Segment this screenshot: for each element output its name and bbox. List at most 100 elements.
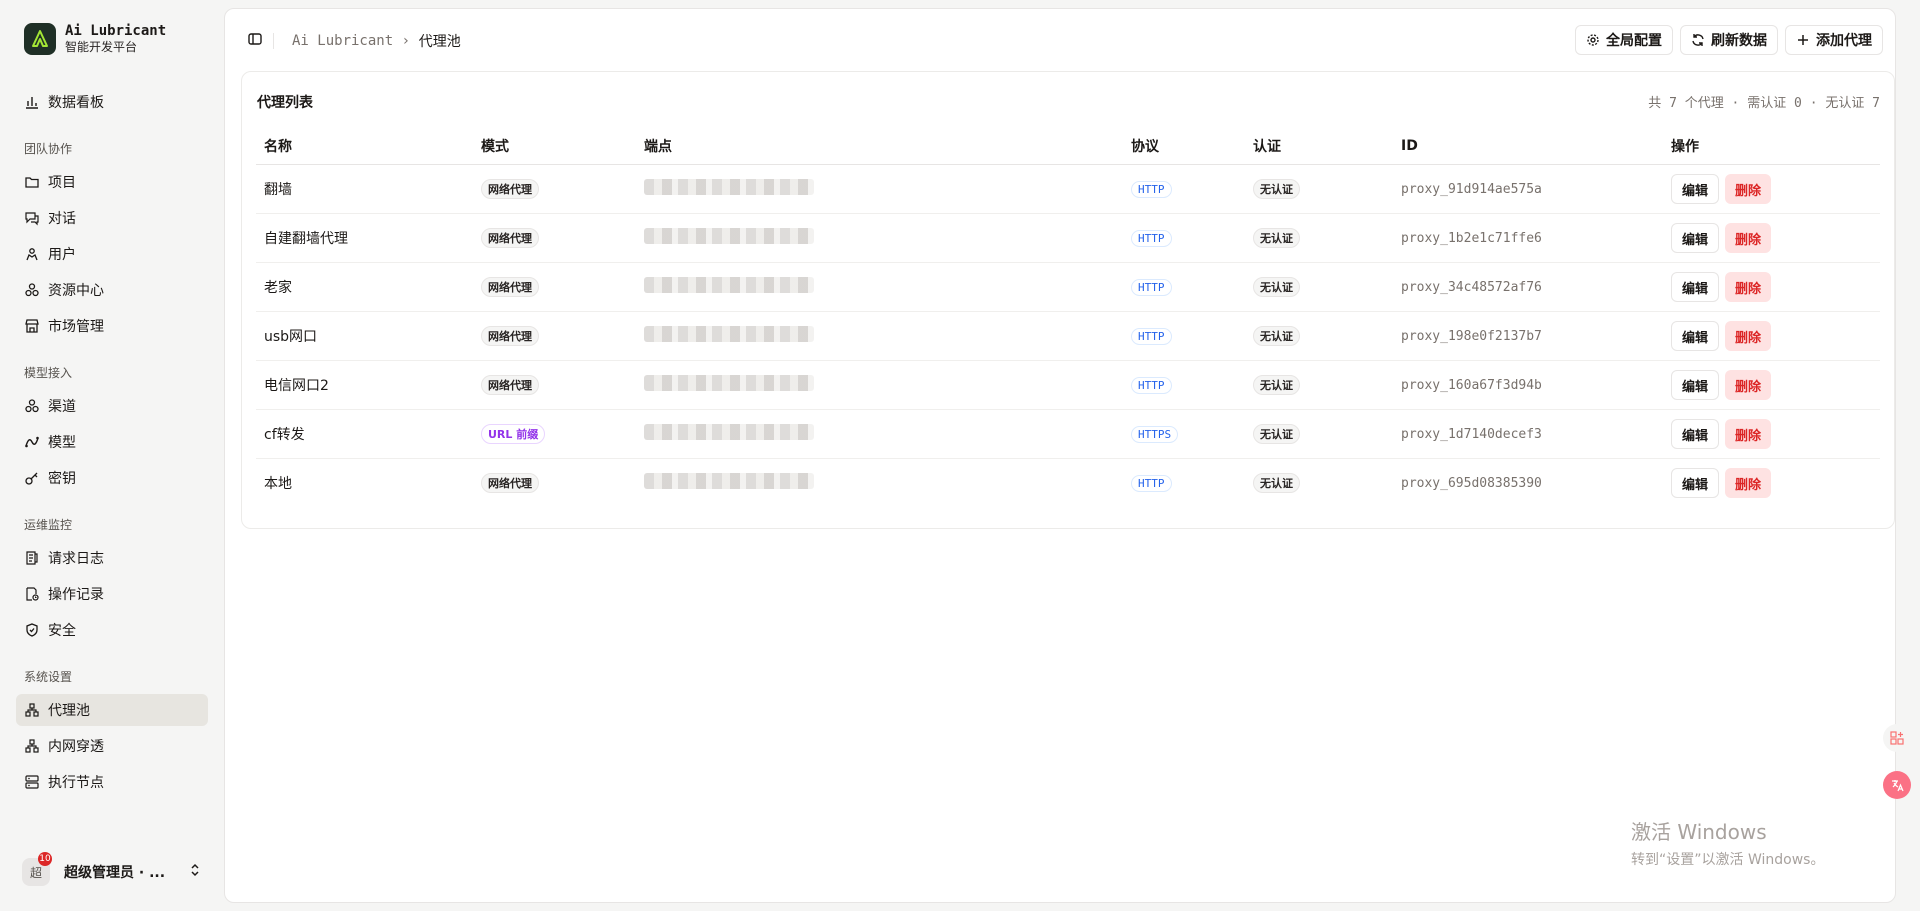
- actions-cell: 编辑 删除: [1663, 262, 1880, 312]
- divider: [273, 33, 274, 49]
- sidebar-item-bar-chart[interactable]: 数据看板: [16, 86, 208, 118]
- delete-button[interactable]: 删除: [1725, 419, 1772, 449]
- mode-cell: URL 前缀: [473, 409, 636, 459]
- edit-button[interactable]: 编辑: [1671, 419, 1720, 449]
- store-icon: [24, 318, 40, 334]
- breadcrumb-root[interactable]: Ai Lubricant: [292, 33, 393, 49]
- sidebar-item-record[interactable]: 操作记录: [16, 578, 208, 610]
- sidebar-item-folder[interactable]: 项目: [16, 166, 208, 198]
- protocol-badge: HTTP: [1131, 376, 1172, 394]
- add-proxy-button[interactable]: 添加代理: [1785, 25, 1883, 55]
- sidebar-item-server[interactable]: 执行节点: [16, 766, 208, 798]
- delete-button[interactable]: 删除: [1725, 223, 1772, 253]
- proxy-name: 电信网口2: [256, 360, 473, 410]
- protocol-cell: HTTP: [1123, 164, 1245, 214]
- add-proxy-label: 添加代理: [1816, 33, 1872, 49]
- proxy-id: proxy_160a67f3d94b: [1393, 360, 1663, 410]
- refresh-button[interactable]: 刷新数据: [1680, 25, 1778, 55]
- sidebar-item-label: 操作记录: [48, 587, 104, 603]
- protocol-badge: HTTPS: [1131, 425, 1179, 443]
- edit-button[interactable]: 编辑: [1671, 321, 1720, 351]
- watermark-line2: 转到“设置”以激活 Windows。: [1631, 852, 1825, 868]
- top-actions: 全局配置 刷新数据 添加代理: [1575, 25, 1883, 55]
- table-row: usb网口 网络代理 HTTP 无认证 proxy_198e0f2137b7 编辑 删除: [256, 311, 1880, 361]
- protocol-cell: HTTP: [1123, 213, 1245, 263]
- auth-badge: 无认证: [1253, 424, 1300, 444]
- table-row: 老家 网络代理 HTTP 无认证 proxy_34c48572af76 编辑 删除: [256, 262, 1880, 312]
- table-row: 电信网口2 网络代理 HTTP 无认证 proxy_160a67f3d94b 编辑 删除: [256, 360, 1880, 410]
- endpoint-redacted: [644, 375, 814, 391]
- auth-badge: 无认证: [1253, 179, 1300, 199]
- global-config-button[interactable]: 全局配置: [1575, 25, 1673, 55]
- sidebar-item-store[interactable]: 市场管理: [16, 310, 208, 342]
- sidebar-item-label: 安全: [48, 623, 76, 639]
- mode-badge: 网络代理: [481, 277, 539, 297]
- user-menu[interactable]: 超 10 超级管理员 · ...: [22, 852, 202, 888]
- sidebar-nav: 数据看板 团队协作 项目 对话 用户 资源中心 市场管理 模型接入 渠道 模型 密钥 运维监控 请求日志…: [16, 86, 208, 802]
- brand[interactable]: Ai Lubricant 智能开发平台: [24, 23, 166, 55]
- resources-icon: [24, 282, 40, 298]
- table-row: cf转发 URL 前缀 HTTPS 无认证 proxy_1d7140decef3 编辑 删除: [256, 409, 1880, 459]
- sidebar-item-label: 模型: [48, 435, 76, 451]
- delete-button[interactable]: 删除: [1725, 468, 1772, 498]
- edit-button[interactable]: 编辑: [1671, 223, 1720, 253]
- sidebar-item-network[interactable]: 代理池: [16, 694, 208, 726]
- delete-button[interactable]: 删除: [1725, 321, 1772, 351]
- auth-badge: 无认证: [1253, 228, 1300, 248]
- column-header: 认证: [1245, 128, 1393, 165]
- model-icon: [24, 434, 40, 450]
- apps-icon[interactable]: [1883, 724, 1911, 752]
- sidebar-item-label: 代理池: [48, 703, 90, 719]
- nav-group-label: 运维监控: [24, 517, 73, 532]
- actions-cell: 编辑 删除: [1663, 213, 1880, 263]
- endpoint-cell: [636, 262, 1123, 312]
- sidebar-item-channel[interactable]: 渠道: [16, 390, 208, 422]
- auth-cell: 无认证: [1245, 459, 1393, 508]
- delete-button[interactable]: 删除: [1725, 272, 1772, 302]
- sidebar-toggle-icon[interactable]: [247, 31, 263, 51]
- table-row: 翻墙 网络代理 HTTP 无认证 proxy_91d914ae575a 编辑 删除: [256, 164, 1880, 214]
- sidebar-item-label: 市场管理: [48, 319, 104, 335]
- sidebar-item-label: 内网穿透: [48, 739, 104, 755]
- edit-button[interactable]: 编辑: [1671, 272, 1720, 302]
- mode-badge: 网络代理: [481, 375, 539, 395]
- user-name: 超级管理员 · ...: [64, 865, 166, 881]
- edit-button[interactable]: 编辑: [1671, 174, 1720, 204]
- proxy-name: 自建翻墙代理: [256, 213, 473, 263]
- sidebar-item-network[interactable]: 内网穿透: [16, 730, 208, 762]
- edit-button[interactable]: 编辑: [1671, 370, 1720, 400]
- network-icon: [24, 738, 40, 754]
- sidebar-item-label: 资源中心: [48, 283, 104, 299]
- sidebar-item-log[interactable]: 请求日志: [16, 542, 208, 574]
- endpoint-cell: [636, 459, 1123, 508]
- delete-button[interactable]: 删除: [1725, 370, 1772, 400]
- protocol-cell: HTTPS: [1123, 409, 1245, 459]
- folder-icon: [24, 174, 40, 190]
- logo-icon: [24, 23, 56, 55]
- proxy-id: proxy_198e0f2137b7: [1393, 311, 1663, 361]
- actions-cell: 编辑 删除: [1663, 164, 1880, 214]
- sidebar-item-shield[interactable]: 安全: [16, 614, 208, 646]
- card-title: 代理列表: [257, 95, 313, 111]
- sidebar-item-label: 请求日志: [48, 551, 104, 567]
- shield-icon: [24, 622, 40, 638]
- actions-cell: 编辑 删除: [1663, 409, 1880, 459]
- sidebar-item-label: 数据看板: [48, 95, 104, 111]
- bar-chart-icon: [24, 94, 40, 110]
- endpoint-redacted: [644, 179, 814, 195]
- protocol-cell: HTTP: [1123, 360, 1245, 410]
- sidebar-item-resources[interactable]: 资源中心: [16, 274, 208, 306]
- sidebar-item-chat[interactable]: 对话: [16, 202, 208, 234]
- sidebar-item-key[interactable]: 密钥: [16, 462, 208, 494]
- sidebar-item-users[interactable]: 用户: [16, 238, 208, 270]
- nav-group-label: 模型接入: [24, 365, 73, 380]
- sidebar-item-model[interactable]: 模型: [16, 426, 208, 458]
- translate-icon[interactable]: [1883, 771, 1911, 799]
- table-row: 自建翻墙代理 网络代理 HTTP 无认证 proxy_1b2e1c71ffe6 编辑 删除: [256, 213, 1880, 263]
- delete-button[interactable]: 删除: [1725, 174, 1772, 204]
- auth-badge: 无认证: [1253, 375, 1300, 395]
- avatar-initial: 超: [29, 865, 42, 880]
- network-icon: [24, 702, 40, 718]
- edit-button[interactable]: 编辑: [1671, 468, 1720, 498]
- column-header: ID: [1393, 128, 1663, 165]
